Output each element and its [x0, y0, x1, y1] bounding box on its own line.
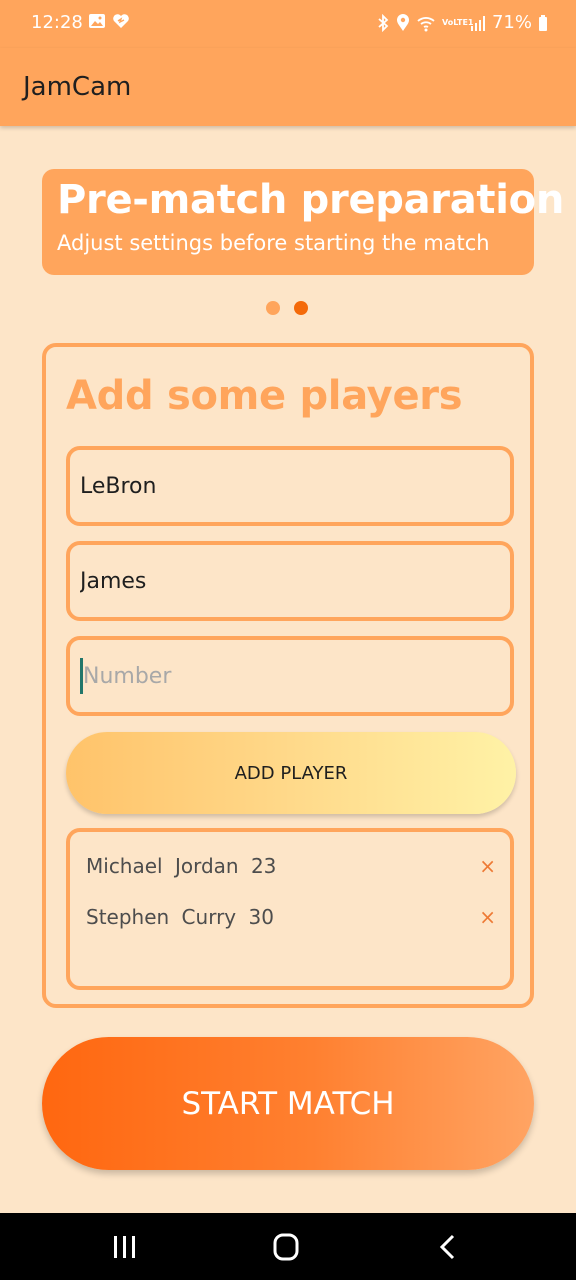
bluetooth-icon	[378, 13, 389, 32]
app-bar: JamCam	[0, 48, 576, 126]
page-dot-2[interactable]	[294, 301, 308, 315]
page-dot-1[interactable]	[266, 301, 280, 315]
system-nav-bar	[0, 1213, 576, 1280]
page-indicator	[266, 301, 308, 315]
gallery-icon	[89, 14, 105, 28]
volte-icon: VoLTE1	[441, 18, 474, 27]
page-title: Pre-match preparation	[57, 177, 565, 223]
first-name-input[interactable]	[80, 466, 500, 506]
player-label: Stephen Curry 30	[86, 905, 274, 929]
battery-percent: 71%	[491, 12, 532, 33]
app-title: JamCam	[23, 72, 132, 102]
page-subtitle: Adjust settings before starting the matc…	[57, 231, 490, 255]
remove-player-icon[interactable]: ×	[479, 905, 496, 929]
battery-icon	[539, 14, 547, 31]
remove-player-icon[interactable]: ×	[479, 854, 496, 878]
last-name-field-box	[66, 541, 514, 621]
location-icon	[396, 13, 409, 31]
recent-apps-icon[interactable]	[105, 1231, 145, 1263]
signal-icon	[470, 15, 485, 31]
status-time: 12:28	[31, 12, 83, 33]
first-name-field-box	[66, 446, 514, 526]
section-title: Add some players	[66, 373, 463, 419]
players-list: Michael Jordan 23 × Stephen Curry 30 ×	[66, 828, 514, 990]
heart-icon	[113, 14, 129, 28]
number-input[interactable]	[83, 656, 503, 696]
add-player-button[interactable]: ADD PLAYER	[66, 732, 516, 814]
home-icon[interactable]	[266, 1231, 306, 1263]
list-item: Michael Jordan 23 ×	[86, 850, 496, 882]
status-bar: 12:28 VoLTE1 71%	[0, 0, 576, 48]
last-name-input[interactable]	[80, 561, 500, 601]
start-match-button[interactable]: START MATCH	[42, 1037, 534, 1170]
player-label: Michael Jordan 23	[86, 854, 277, 878]
header-banner: Pre-match preparation Adjust settings be…	[42, 169, 564, 275]
list-item: Stephen Curry 30 ×	[86, 901, 496, 933]
back-icon[interactable]	[428, 1231, 468, 1263]
number-field-box	[66, 636, 514, 716]
players-card: Add some players ADD PLAYER Michael Jord…	[42, 343, 534, 1008]
wifi-icon	[417, 16, 435, 31]
